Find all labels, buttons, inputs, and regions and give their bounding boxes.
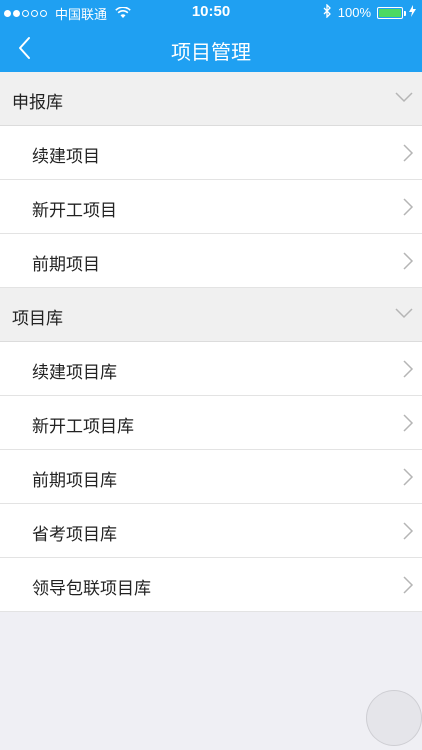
section-header-declaration[interactable]: 申报库 (0, 72, 422, 126)
list-item-label: 新开工项目 (32, 201, 117, 221)
assistive-touch-button[interactable] (366, 690, 422, 746)
navigation-bar: 项目管理 (0, 24, 422, 72)
status-bar: 中国联通 10:50 100% (0, 0, 422, 24)
battery-percent: 100% (337, 5, 371, 20)
chevron-right-icon (403, 360, 414, 378)
list-item-label: 续建项目 (32, 147, 100, 167)
list-item[interactable]: 新开工项目 (0, 180, 422, 234)
list-item[interactable]: 续建项目库 (0, 342, 422, 396)
list-item-label: 领导包联项目库 (32, 579, 151, 599)
chevron-right-icon (403, 414, 414, 432)
list-item-label: 续建项目库 (32, 363, 117, 383)
list-item[interactable]: 前期项目库 (0, 450, 422, 504)
section-title: 项目库 (12, 309, 63, 329)
battery-icon (377, 6, 406, 19)
section-title: 申报库 (12, 93, 63, 113)
bluetooth-icon (323, 3, 332, 21)
status-right: 100% (323, 3, 416, 21)
chevron-right-icon (403, 576, 414, 594)
chevron-down-icon (395, 308, 413, 319)
list-item[interactable]: 新开工项目库 (0, 396, 422, 450)
list-item[interactable]: 前期项目 (0, 234, 422, 288)
battery-fill (379, 8, 401, 17)
list-item[interactable]: 续建项目 (0, 126, 422, 180)
chevron-right-icon (403, 252, 414, 270)
list-item-label: 前期项目库 (32, 471, 117, 491)
chevron-right-icon (403, 198, 414, 216)
section-header-project-library[interactable]: 项目库 (0, 288, 422, 342)
chevron-down-icon (395, 92, 413, 103)
list-item[interactable]: 省考项目库 (0, 504, 422, 558)
list-item-label: 省考项目库 (32, 525, 117, 545)
page-title: 项目管理 (171, 40, 251, 64)
list-item[interactable]: 领导包联项目库 (0, 558, 422, 612)
project-list: 申报库 续建项目 新开工项目 前期项目 项目库 续建项目库 新开工项目库 前期项… (0, 72, 422, 612)
chevron-right-icon (403, 522, 414, 540)
list-item-label: 前期项目 (32, 255, 100, 275)
list-item-label: 新开工项目库 (32, 417, 134, 437)
charging-icon (409, 5, 416, 20)
chevron-right-icon (403, 468, 414, 486)
chevron-right-icon (403, 144, 414, 162)
